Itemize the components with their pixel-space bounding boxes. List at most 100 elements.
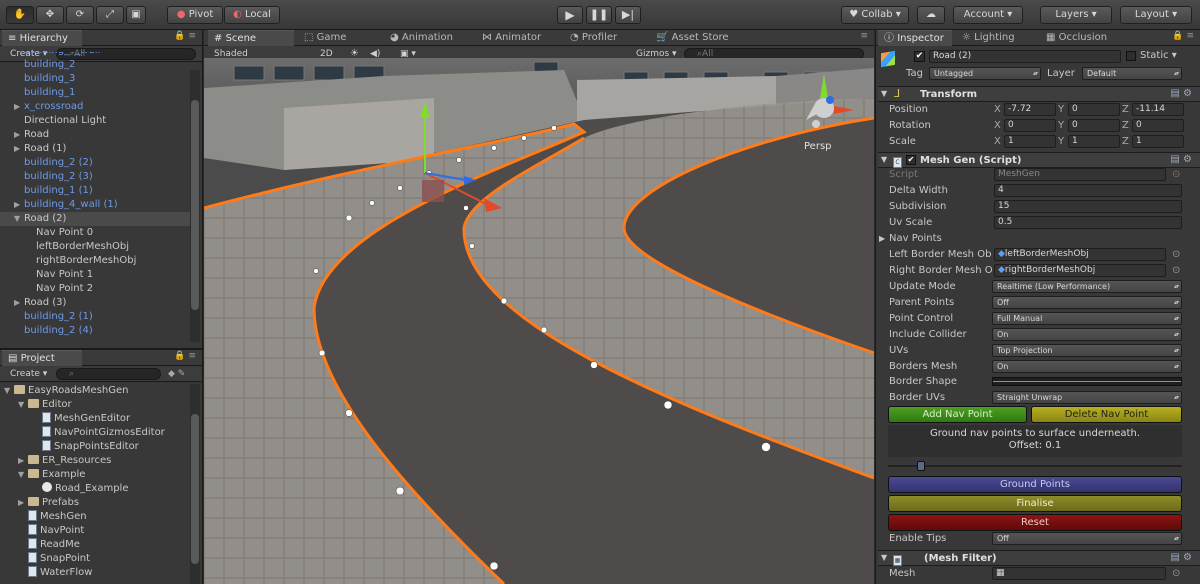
project-item[interactable]: ▶ Prefabs	[0, 496, 190, 510]
foldout-arrow-icon[interactable]: ▶	[18, 454, 28, 468]
create-dropdown[interactable]: Create ▾	[10, 368, 47, 380]
tab-scene[interactable]: # Scene	[208, 30, 294, 46]
nav-points-row[interactable]: ▶ Nav Points	[878, 231, 1200, 247]
scrollbar-thumb[interactable]	[191, 100, 199, 310]
object-name-field[interactable]: Road (2)	[929, 50, 1121, 63]
border-shape-curve-field[interactable]	[992, 377, 1182, 386]
object-picker-icon[interactable]: ⊙	[1172, 263, 1180, 279]
transform-y-field[interactable]: 0	[1068, 103, 1120, 116]
transform-z-field[interactable]: 0	[1132, 119, 1184, 132]
cloud-button[interactable]: ☁	[917, 6, 945, 24]
play-button[interactable]: ▶	[557, 6, 583, 24]
option-dropdown[interactable]: Off	[992, 296, 1182, 309]
project-item[interactable]: ▼ Editor	[0, 398, 190, 412]
pause-button[interactable]: ❚❚	[586, 6, 612, 24]
delete-nav-point-button[interactable]: Delete Nav Point	[1031, 406, 1182, 423]
subdivision-field[interactable]: 15	[994, 200, 1182, 213]
component-menu-icon[interactable]: ▤ ⚙	[1170, 154, 1192, 165]
project-scrollbar[interactable]	[190, 384, 200, 584]
project-item[interactable]: ▶ ER_Resources	[0, 454, 190, 468]
foldout-arrow-icon[interactable]: ▶	[14, 100, 24, 114]
hierarchy-item[interactable]: leftBorderMeshObj	[0, 240, 190, 254]
layers-dropdown[interactable]: Layers ▾	[1040, 6, 1112, 24]
meshfilter-header[interactable]: ▼ ▦ (Mesh Filter) ▤ ⚙	[878, 550, 1200, 566]
hierarchy-item[interactable]: Nav Point 2	[0, 282, 190, 296]
project-item[interactable]: MeshGenEditor	[0, 412, 190, 426]
reset-button[interactable]: Reset	[888, 514, 1182, 531]
filter-icon[interactable]: ◆ ✎	[168, 368, 185, 380]
hierarchy-item[interactable]: building_2	[0, 58, 190, 72]
foldout-arrow-icon[interactable]: ▼	[4, 384, 14, 398]
collab-dropdown[interactable]: ♥ Collab ▾	[841, 6, 909, 24]
foldout-arrow-icon[interactable]: ▼	[18, 398, 28, 412]
hierarchy-item[interactable]: ▼ Road (2)	[0, 212, 190, 226]
scale-tool-button[interactable]: ⤢	[96, 6, 124, 24]
transform-z-field[interactable]: 1	[1132, 135, 1184, 148]
pivot-toggle[interactable]: ● Pivot	[167, 6, 223, 24]
transform-z-field[interactable]: -11.14	[1132, 103, 1184, 116]
project-item[interactable]: SnapPoint	[0, 552, 190, 566]
hand-tool-button[interactable]: ✋	[6, 6, 34, 24]
foldout-arrow-icon[interactable]: ▼	[14, 212, 24, 226]
step-button[interactable]: ▶|	[615, 6, 641, 24]
tab-animation[interactable]: ◕ Animation	[384, 30, 474, 46]
hierarchy-item[interactable]: building_2 (3)	[0, 170, 190, 184]
transform-y-field[interactable]: 0	[1068, 119, 1120, 132]
project-search-input[interactable]: ⌕	[56, 368, 161, 380]
project-item[interactable]: WaterFlow	[0, 566, 190, 580]
panel-menu-icon[interactable]: ≡	[860, 31, 868, 41]
meshgen-enabled-checkbox[interactable]: ✔	[906, 155, 916, 165]
transform-header[interactable]: ▼ ⅃ Transform ▤ ⚙	[878, 86, 1200, 102]
option-dropdown[interactable]: On	[992, 360, 1182, 373]
project-item[interactable]: MeshGen	[0, 510, 190, 524]
hierarchy-item[interactable]: building_2 (1)	[0, 310, 190, 324]
active-checkbox[interactable]: ✔	[914, 51, 925, 62]
foldout-arrow-icon[interactable]: ▶	[14, 296, 24, 310]
left-border-field[interactable]: ◆leftBorderMeshObj	[994, 248, 1166, 261]
enable-tips-dropdown[interactable]: Off	[992, 532, 1182, 545]
transform-y-field[interactable]: 1	[1068, 135, 1120, 148]
move-tool-button[interactable]: ✥	[36, 6, 64, 24]
project-item[interactable]: ReadMe	[0, 538, 190, 552]
hierarchy-item[interactable]: rightBorderMeshObj	[0, 254, 190, 268]
panel-menu-icon[interactable]: 🔒 ≡	[174, 31, 196, 41]
project-item[interactable]: ▼ Example	[0, 468, 190, 482]
hierarchy-item[interactable]: building_1 (1)	[0, 184, 190, 198]
meshgen-header[interactable]: ▼ C ✔ Mesh Gen (Script) ▤ ⚙	[878, 152, 1200, 168]
component-menu-icon[interactable]: ▤ ⚙	[1170, 88, 1192, 99]
hierarchy-item[interactable]: building_2 (2)	[0, 156, 190, 170]
transform-x-field[interactable]: -7.72	[1004, 103, 1056, 116]
finalise-button[interactable]: Finalise	[888, 495, 1182, 512]
panel-menu-icon[interactable]: 🔒 ≡	[1172, 31, 1194, 41]
layer-dropdown[interactable]: Default	[1082, 67, 1182, 80]
hierarchy-item[interactable]: ▶ building_4_wall (1)	[0, 198, 190, 212]
account-dropdown[interactable]: Account ▾	[953, 6, 1023, 24]
tag-dropdown[interactable]: Untagged	[929, 67, 1041, 80]
foldout-arrow-icon[interactable]: ▼	[18, 468, 28, 482]
hierarchy-item[interactable]: building_1	[0, 86, 190, 100]
tab-profiler[interactable]: ◔ Profiler	[564, 30, 644, 46]
project-item[interactable]: SnapPointsEditor	[0, 440, 190, 454]
scrollbar-thumb[interactable]	[191, 414, 199, 564]
rotate-tool-button[interactable]: ⟳	[66, 6, 94, 24]
object-picker-icon[interactable]: ⊙	[1172, 566, 1180, 582]
project-item[interactable]: NavPointGizmosEditor	[0, 426, 190, 440]
tab-inspector[interactable]: ⓘ Inspector	[878, 30, 952, 46]
ground-points-button[interactable]: Ground Points	[888, 476, 1182, 493]
hierarchy-item[interactable]: ▶ Road	[0, 128, 190, 142]
hierarchy-item[interactable]: building_2 (4)	[0, 324, 190, 338]
object-picker-icon[interactable]: ⊙	[1172, 247, 1180, 263]
option-dropdown[interactable]: Realtime (Low Performance)	[992, 280, 1182, 293]
uv-scale-field[interactable]: 0.5	[994, 216, 1182, 229]
hierarchy-item[interactable]: Nav Point 0	[0, 226, 190, 240]
slider-thumb[interactable]	[917, 461, 925, 471]
foldout-arrow-icon[interactable]: ▶	[14, 128, 24, 142]
transform-x-field[interactable]: 0	[1004, 119, 1056, 132]
option-dropdown[interactable]: Full Manual	[992, 312, 1182, 325]
hierarchy-item[interactable]: building_3	[0, 72, 190, 86]
tab-lighting[interactable]: ☼ Lighting	[956, 30, 1036, 46]
hierarchy-item[interactable]: Directional Light	[0, 114, 190, 128]
scene-viewport[interactable]: Persp	[204, 58, 874, 584]
option-dropdown[interactable]: Top Projection	[992, 344, 1182, 357]
hierarchy-item[interactable]: Nav Point 1	[0, 268, 190, 282]
